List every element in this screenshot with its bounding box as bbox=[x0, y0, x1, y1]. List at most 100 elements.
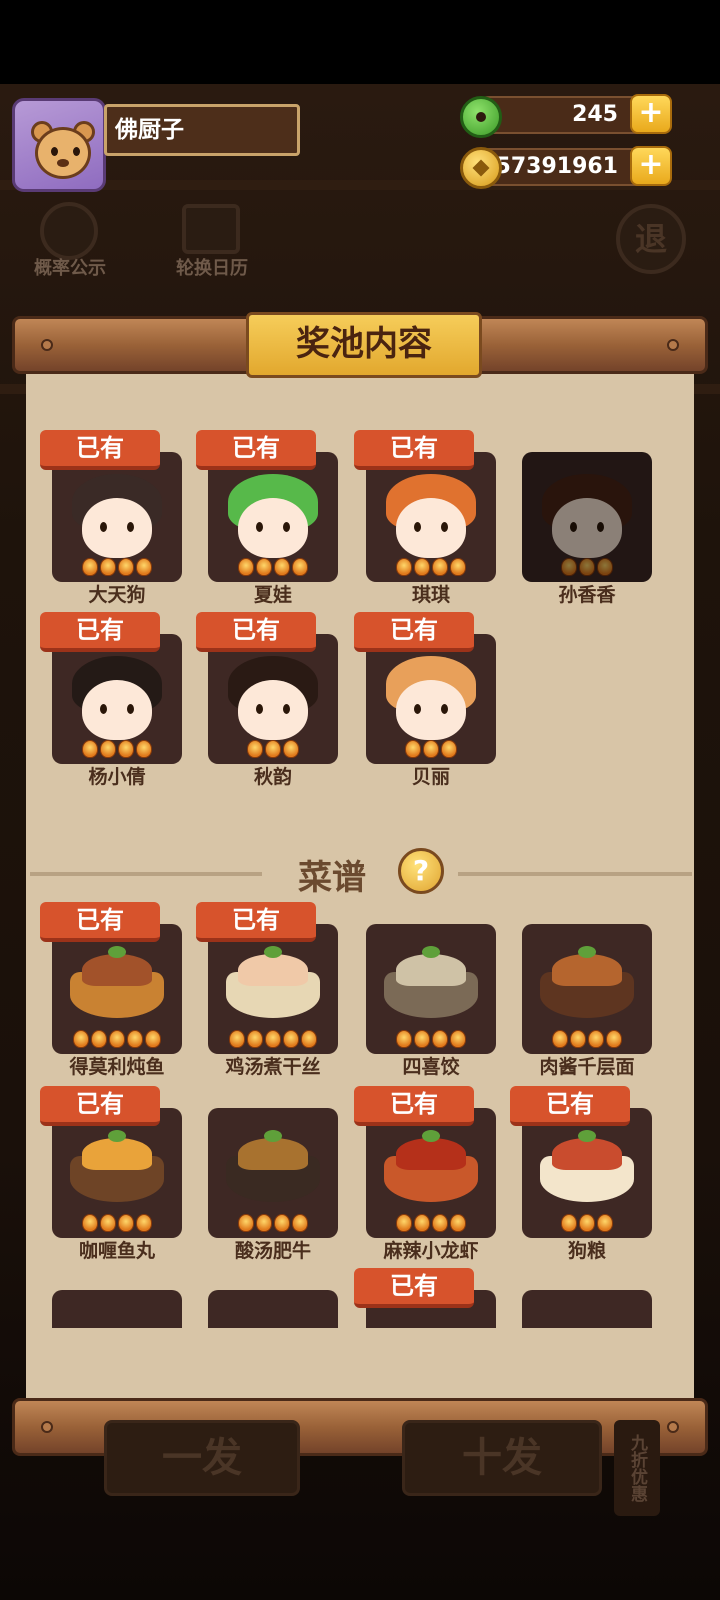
recipe-card[interactable] bbox=[366, 1108, 496, 1238]
bear-face bbox=[35, 127, 91, 179]
recipe-card[interactable] bbox=[208, 1108, 338, 1238]
recipe-card[interactable] bbox=[52, 1108, 182, 1238]
flame-icon bbox=[256, 1214, 272, 1232]
flame-icon bbox=[100, 740, 116, 758]
single-draw-label: 一发 bbox=[162, 1435, 242, 1481]
character-card[interactable] bbox=[366, 634, 496, 764]
eye-right bbox=[127, 522, 134, 532]
eye-left bbox=[570, 522, 577, 532]
character-face bbox=[396, 498, 466, 558]
dish-food bbox=[82, 954, 152, 986]
character-card[interactable] bbox=[52, 452, 182, 582]
bear-nose bbox=[57, 159, 69, 167]
flame-icon bbox=[283, 1030, 299, 1048]
eye-right bbox=[283, 704, 290, 714]
flame-icon bbox=[256, 558, 272, 576]
rarity-flames bbox=[366, 1030, 496, 1048]
add-coins-button[interactable]: + bbox=[630, 146, 672, 186]
rarity-flames bbox=[52, 740, 182, 758]
flame-icon bbox=[265, 1030, 281, 1048]
flame-icon bbox=[450, 1030, 466, 1048]
rarity-flames bbox=[208, 558, 338, 576]
eye-left bbox=[256, 704, 263, 714]
flame-icon bbox=[238, 1214, 254, 1232]
rarity-flames bbox=[366, 740, 496, 758]
flame-icon bbox=[423, 740, 439, 758]
help-icon[interactable]: ? bbox=[398, 848, 444, 894]
dish-bowl bbox=[70, 1130, 164, 1202]
flame-icon bbox=[118, 1214, 134, 1232]
recipe-name: 鸡汤煮干丝 bbox=[225, 1056, 321, 1078]
flame-icon bbox=[561, 558, 577, 576]
coin-value: 57391961 bbox=[495, 154, 618, 179]
flame-icon bbox=[552, 1030, 568, 1048]
recipe-card[interactable] bbox=[208, 1290, 338, 1328]
dish-food bbox=[238, 1138, 308, 1170]
flame-icon bbox=[100, 558, 116, 576]
flame-icon bbox=[274, 1214, 290, 1232]
exit-label: 退 bbox=[634, 220, 667, 258]
character-card[interactable] bbox=[208, 634, 338, 764]
divider-right bbox=[458, 872, 692, 876]
single-draw-button[interactable]: 一发 bbox=[104, 1420, 300, 1496]
dish-bowl bbox=[226, 946, 320, 1018]
recipe-card[interactable] bbox=[522, 1290, 652, 1328]
eye-right bbox=[597, 522, 604, 532]
character-card[interactable] bbox=[522, 452, 652, 582]
ten-draw-button[interactable]: 十发 bbox=[402, 1420, 602, 1496]
recipe-card[interactable] bbox=[522, 1108, 652, 1238]
player-avatar[interactable] bbox=[12, 98, 106, 192]
rarity-flames bbox=[522, 558, 652, 576]
eye-left bbox=[414, 704, 421, 714]
character-name: 秋韵 bbox=[253, 766, 292, 788]
character-card[interactable] bbox=[208, 452, 338, 582]
eye-right bbox=[441, 704, 448, 714]
flame-icon bbox=[450, 1214, 466, 1232]
character-face bbox=[238, 498, 308, 558]
flame-icon bbox=[118, 740, 134, 758]
dish-food bbox=[552, 954, 622, 986]
flame-icon bbox=[109, 1030, 125, 1048]
flame-icon bbox=[274, 558, 290, 576]
flame-icon bbox=[405, 740, 421, 758]
calendar-icon[interactable] bbox=[182, 204, 240, 254]
dish-garnish bbox=[264, 946, 282, 958]
eye-left bbox=[100, 704, 107, 714]
discount-tag: 九折优惠 bbox=[614, 1420, 660, 1516]
recipe-card[interactable] bbox=[52, 924, 182, 1054]
flame-icon bbox=[570, 1030, 586, 1048]
flame-icon bbox=[606, 1030, 622, 1048]
flame-icon bbox=[82, 740, 98, 758]
character-card[interactable] bbox=[52, 634, 182, 764]
flame-icon bbox=[414, 1030, 430, 1048]
exit-button[interactable]: 退 bbox=[616, 204, 686, 274]
recipe-card[interactable] bbox=[208, 924, 338, 1054]
character-card[interactable] bbox=[366, 452, 496, 582]
add-jade-button[interactable]: + bbox=[630, 94, 672, 134]
recipe-card[interactable] bbox=[366, 924, 496, 1054]
eye-left bbox=[100, 522, 107, 532]
dish-garnish bbox=[108, 946, 126, 958]
flame-icon bbox=[301, 1030, 317, 1048]
recipe-card[interactable] bbox=[522, 924, 652, 1054]
flame-icon bbox=[127, 1030, 143, 1048]
flame-icon bbox=[265, 740, 281, 758]
flame-icon bbox=[450, 558, 466, 576]
flame-icon bbox=[292, 1214, 308, 1232]
eye-left bbox=[256, 522, 263, 532]
rarity-flames bbox=[522, 1030, 652, 1048]
recipes-title: 菜谱 bbox=[298, 858, 366, 898]
dish-bowl bbox=[540, 946, 634, 1018]
probability-label: 概率公示 bbox=[34, 258, 106, 279]
flame-icon bbox=[588, 1030, 604, 1048]
owned-badge: 已有 bbox=[196, 902, 316, 942]
flame-icon bbox=[396, 1030, 412, 1048]
percent-icon[interactable] bbox=[40, 202, 98, 260]
rarity-flames bbox=[366, 1214, 496, 1232]
owned-badge: 已有 bbox=[196, 612, 316, 652]
recipe-name: 酸汤肥牛 bbox=[234, 1240, 311, 1262]
recipe-card[interactable] bbox=[52, 1290, 182, 1328]
character-name: 夏娃 bbox=[253, 584, 292, 606]
dish-garnish bbox=[422, 946, 440, 958]
rarity-flames bbox=[52, 558, 182, 576]
